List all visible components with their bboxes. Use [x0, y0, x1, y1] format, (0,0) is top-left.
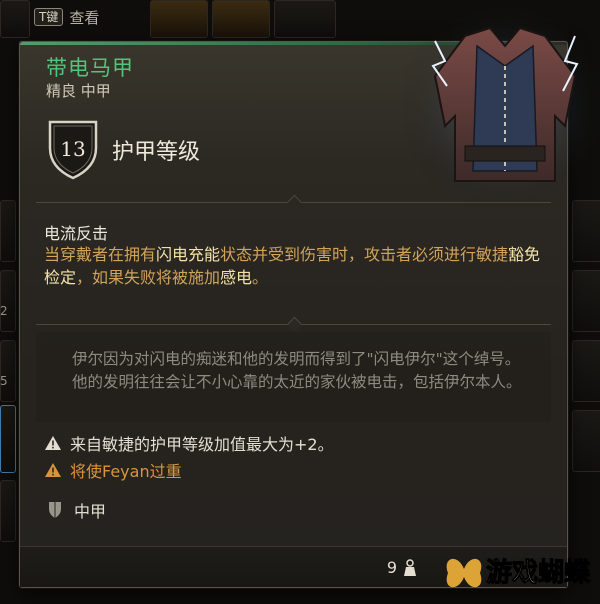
inspect-hint: T键 查看: [34, 6, 99, 28]
item-tooltip: 带电马甲 精良 中甲 13 护甲等级 电流反击 当穿戴者在拥有闪电充能状态并受到…: [19, 6, 600, 588]
weight-icon: [404, 558, 416, 576]
weight-readout: 9: [387, 558, 417, 577]
effect-text: ，如果失败将被施加: [76, 268, 221, 287]
item-rarity-type: 精良 中甲: [46, 82, 111, 100]
vest-item-image: [405, 6, 600, 206]
watermark-logo: 游戏蝴蝶: [440, 543, 600, 600]
effect-description: 当穿戴者在拥有闪电充能状态并受到伤害时，攻击者必须进行敏捷豁免检定，如果失败将被…: [44, 243, 544, 289]
note-text: 将使Feyan过重: [70, 462, 182, 481]
inventory-slot[interactable]: [572, 270, 600, 332]
inventory-slot[interactable]: [572, 340, 600, 402]
condition-link-shocked[interactable]: 感电: [220, 268, 252, 287]
section-divider: [36, 194, 551, 211]
item-lore: 伊尔因为对闪电的痴迷和他的发明而得到了"闪电伊尔"这个绰号。他的发明往往会让不小…: [72, 350, 522, 391]
inventory-slot[interactable]: [572, 200, 600, 262]
armor-type-row: 中甲: [48, 498, 106, 522]
inventory-slot[interactable]: [0, 0, 30, 38]
warning-icon: [45, 463, 61, 477]
inventory-slot-selected[interactable]: [0, 405, 16, 473]
effect-title: 电流反击: [44, 224, 109, 243]
note-dex-cap: 来自敏捷的护甲等级加值最大为+2。: [44, 431, 334, 455]
watermark-text: 游戏蝴蝶: [486, 558, 591, 588]
inventory-slot[interactable]: [274, 0, 336, 38]
butterfly-icon: 游戏蝴蝶: [446, 558, 592, 589]
inventory-slot[interactable]: [0, 340, 16, 402]
inventory-slot[interactable]: [150, 0, 208, 38]
effect-text: 状态并受到伤害时，攻击者必须进行敏捷: [220, 245, 509, 264]
slot-count-label: 5: [0, 374, 8, 388]
note-overencumbered: 将使Feyan过重: [44, 458, 182, 482]
note-text: 来自敏捷的护甲等级加值最大为+2。: [70, 435, 334, 454]
inspect-hint-label: 查看: [69, 8, 100, 27]
section-divider: [36, 316, 551, 333]
effect-text: 。: [252, 268, 269, 287]
weight-value: 9: [386, 558, 397, 577]
armor-class-label: 护甲等级: [112, 140, 201, 165]
effect-text: 当穿戴者在拥有: [44, 245, 157, 264]
item-name: 带电马甲: [46, 56, 134, 80]
armor-class-shield-icon: 13: [48, 120, 98, 180]
warning-icon: [45, 436, 61, 450]
inventory-slot[interactable]: [572, 410, 600, 472]
condition-link-lightning-charge[interactable]: 闪电充能: [156, 245, 220, 264]
shield-icon: [49, 502, 61, 518]
inventory-slot[interactable]: [0, 480, 16, 542]
armor-class-value: 13: [60, 137, 85, 161]
inventory-slot[interactable]: [0, 200, 16, 262]
inventory-slot[interactable]: [212, 0, 270, 38]
slot-count-label: 2: [0, 304, 8, 318]
armor-type-label: 中甲: [74, 502, 107, 521]
inventory-slot[interactable]: [0, 270, 16, 332]
keybind-label: T键: [34, 8, 64, 26]
